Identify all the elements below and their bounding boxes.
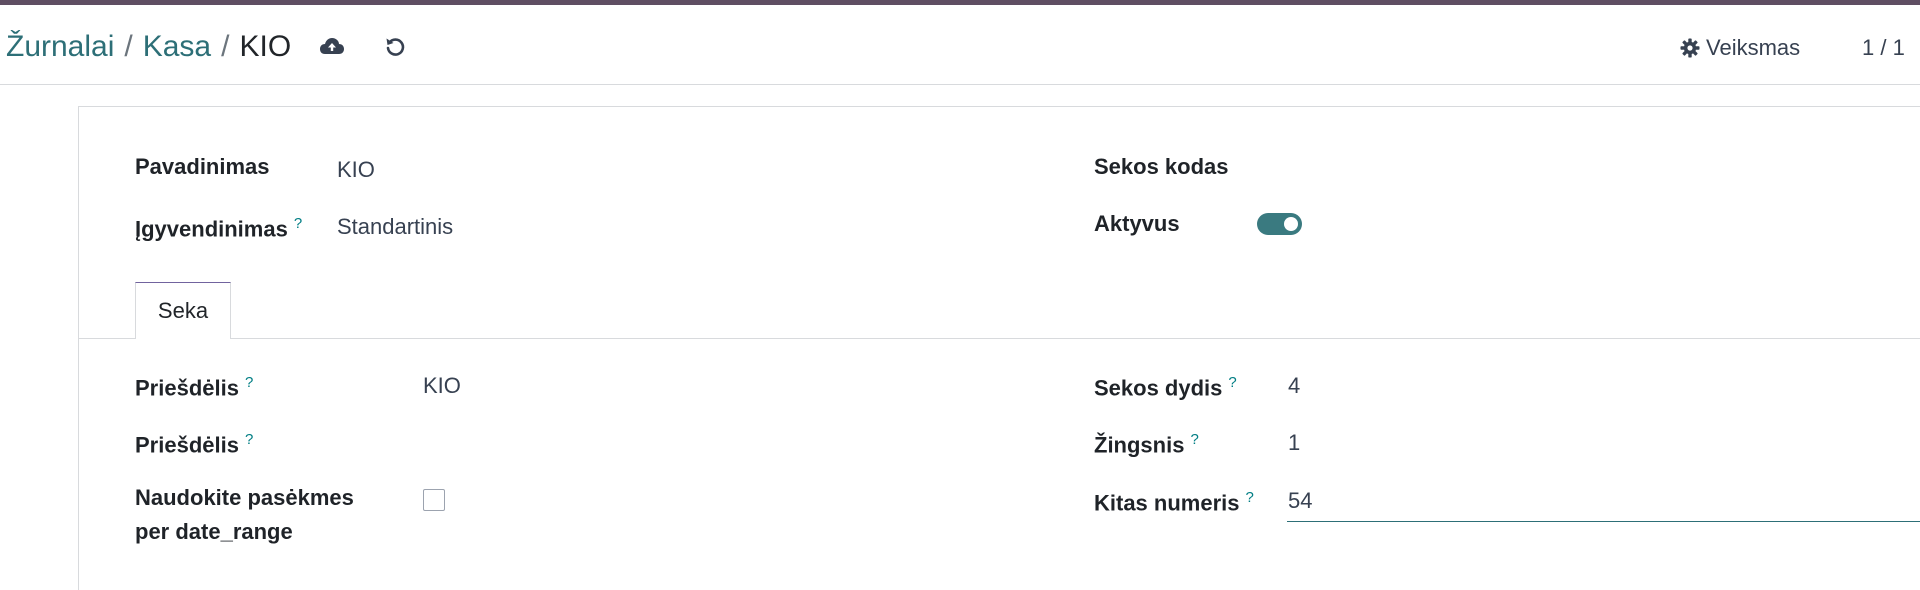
help-icon[interactable]: ? <box>245 374 253 391</box>
name-label: Pavadinimas <box>135 154 270 179</box>
date-range-label-line1: Naudokite pasėkmes <box>135 485 354 510</box>
implementation-value[interactable]: Standartinis <box>337 214 453 240</box>
breadcrumb-separator: / <box>124 30 133 63</box>
breadcrumb-cash[interactable]: Kasa <box>143 30 211 63</box>
breadcrumb-current: KIO <box>239 30 292 63</box>
sequence-size-label: Sekos dydis? <box>1094 374 1237 401</box>
pager-value[interactable]: 1 / 1 <box>1862 35 1905 61</box>
step-label: Žingsnis? <box>1094 431 1199 458</box>
suffix-label: Priešdėlis? <box>135 431 254 458</box>
active-toggle[interactable] <box>1257 213 1302 235</box>
gear-icon <box>1680 38 1700 58</box>
breadcrumb: Žurnalai / Kasa / KIO <box>6 29 291 65</box>
discard-button[interactable] <box>378 29 412 63</box>
step-value[interactable]: 1 <box>1288 430 1300 456</box>
control-panel: Žurnalai / Kasa / KIO Veiksmas 1 / 1 <box>0 5 1920 85</box>
breadcrumb-separator: / <box>221 30 230 63</box>
help-icon[interactable]: ? <box>245 431 253 448</box>
toggle-knob <box>1284 217 1298 231</box>
sequence-code-label: Sekos kodas <box>1094 154 1229 179</box>
save-button[interactable] <box>315 29 349 63</box>
tab-sequence-label: Seka <box>157 298 209 323</box>
help-icon[interactable]: ? <box>1190 431 1198 448</box>
help-icon[interactable]: ? <box>1228 374 1236 391</box>
form-sheet: Pavadinimas KIO Įgyvendinimas? Standarti… <box>78 106 1920 590</box>
date-range-checkbox[interactable] <box>423 489 445 511</box>
date-range-label-line2: per date_range <box>135 519 293 544</box>
implementation-label: Įgyvendinimas? <box>135 215 303 242</box>
next-number-underline <box>1287 521 1920 522</box>
tab-sequence[interactable]: Seka <box>135 282 231 339</box>
active-label: Aktyvus <box>1094 211 1180 236</box>
sequence-size-value[interactable]: 4 <box>1288 373 1300 399</box>
prefix-label: Priešdėlis? <box>135 374 254 401</box>
action-menu-button[interactable]: Veiksmas <box>1680 33 1800 63</box>
prefix-value[interactable]: KIO <box>423 373 461 399</box>
name-value[interactable]: KIO <box>337 157 375 183</box>
tabs-divider <box>79 338 1920 339</box>
undo-icon <box>386 38 405 56</box>
cloud-upload-icon <box>320 38 344 54</box>
breadcrumb-journals[interactable]: Žurnalai <box>6 30 114 63</box>
next-number-label: Kitas numeris? <box>1094 489 1254 516</box>
help-icon[interactable]: ? <box>1246 489 1254 506</box>
next-number-input[interactable]: 54 <box>1288 488 1312 514</box>
help-icon[interactable]: ? <box>294 215 302 232</box>
action-menu-label: Veiksmas <box>1706 35 1801 60</box>
